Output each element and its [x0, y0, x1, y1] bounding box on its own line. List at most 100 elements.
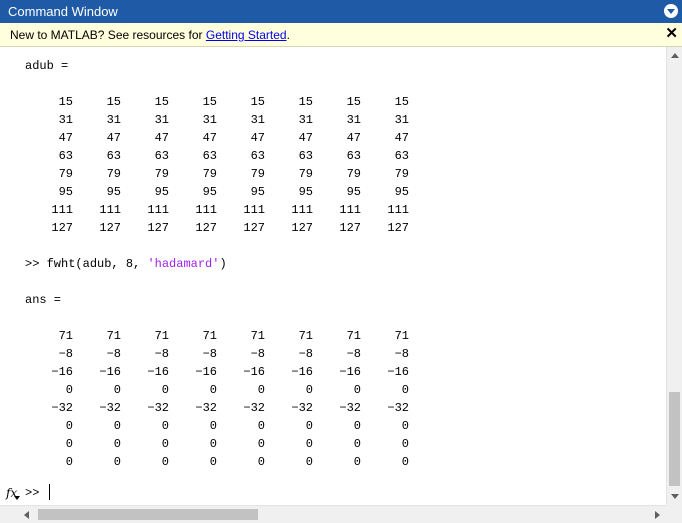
matrix-cell: −32	[99, 401, 121, 415]
matrix-cell: 0	[305, 419, 313, 433]
matrix-cell: 0	[161, 455, 169, 469]
getting-started-link[interactable]: Getting Started	[206, 28, 287, 42]
matrix-cell: 63	[154, 149, 169, 163]
matrix-cell: −16	[387, 365, 409, 379]
matrix-cell: 31	[202, 113, 217, 127]
matrix-cell: −32	[195, 401, 217, 415]
matrix-row: 111 111 111 111 111 111 111 111	[25, 201, 409, 219]
matrix-cell: 79	[394, 167, 409, 181]
matrix-cell: −32	[51, 401, 73, 415]
matrix-cell: 127	[99, 221, 121, 235]
scroll-left-arrow-icon[interactable]	[24, 511, 29, 519]
scroll-right-arrow-icon[interactable]	[655, 511, 660, 519]
command-output-area[interactable]: adub = 15 15 15 15 15 15 15 15 31 31 31 31 31 31 31 31 4…	[0, 47, 666, 505]
matrix-cell: 0	[161, 383, 169, 397]
matrix-cell: 0	[113, 437, 121, 451]
matrix-cell: 95	[298, 185, 313, 199]
matrix-cell: 0	[353, 455, 361, 469]
matrix-cell: 0	[401, 455, 409, 469]
matrix-cell: −16	[99, 365, 121, 379]
matrix-cell: −8	[298, 347, 313, 361]
matrix-cell: 0	[257, 419, 265, 433]
matrix-cell: 63	[58, 149, 73, 163]
horizontal-scrollbar[interactable]	[0, 505, 666, 523]
matrix-cell: 0	[209, 437, 217, 451]
matrix-cell: −16	[195, 365, 217, 379]
matrix-cell: 15	[250, 95, 265, 109]
matrix-cell: 111	[99, 203, 121, 217]
ans-header: ans =	[25, 293, 62, 307]
matrix-cell: −8	[154, 347, 169, 361]
matrix-row: 0 0 0 0 0 0 0 0	[25, 381, 409, 399]
matrix-cell: 0	[113, 383, 121, 397]
command-window-titlebar: Command Window	[0, 0, 682, 23]
matrix-cell: 63	[394, 149, 409, 163]
matrix-cell: −16	[291, 365, 313, 379]
matrix-cell: 0	[353, 419, 361, 433]
matrix-cell: 31	[250, 113, 265, 127]
window-title: Command Window	[8, 4, 118, 19]
matrix-cell: 63	[298, 149, 313, 163]
matrix-cell: 0	[65, 383, 73, 397]
matrix-row: 95 95 95 95 95 95 95 95	[25, 183, 409, 201]
fx-dropdown-caret-icon[interactable]	[14, 496, 20, 500]
matrix-row: 0 0 0 0 0 0 0 0	[25, 453, 409, 471]
command-close-paren: )	[219, 257, 227, 271]
matrix-cell: 111	[195, 203, 217, 217]
close-notice-icon[interactable]: ✕	[665, 26, 678, 42]
matrix-cell: 79	[346, 167, 361, 181]
matrix-cell: 0	[401, 419, 409, 433]
matrix-cell: 15	[346, 95, 361, 109]
command-input-row[interactable]: fx >>	[0, 483, 666, 503]
matrix-cell: 95	[154, 185, 169, 199]
notice-message: New to MATLAB? See resources for Getting…	[10, 28, 290, 42]
matrix-cell: 95	[346, 185, 361, 199]
matrix-cell: 0	[305, 383, 313, 397]
matrix-cell: 0	[353, 437, 361, 451]
horizontal-scroll-thumb[interactable]	[38, 509, 258, 520]
matrix-row: −8 −8 −8 −8 −8 −8 −8 −8	[25, 345, 409, 363]
window-menu-chevron-down-icon[interactable]	[664, 4, 678, 18]
matrix-cell: −16	[243, 365, 265, 379]
matrix-cell: 0	[65, 419, 73, 433]
matrix-cell: 31	[298, 113, 313, 127]
matrix-cell: 95	[58, 185, 73, 199]
text-cursor	[49, 484, 50, 500]
matrix-cell: 111	[147, 203, 169, 217]
adub-matrix: 15 15 15 15 15 15 15 15 31 31 31 31 31 31 31 31 47 47 47 47…	[25, 93, 409, 237]
command-line: >> fwht(adub, 8, 'hadamard')	[25, 255, 409, 273]
matrix-cell: 0	[353, 383, 361, 397]
matrix-cell: 0	[113, 455, 121, 469]
matrix-cell: 79	[202, 167, 217, 181]
matrix-cell: 63	[106, 149, 121, 163]
matrix-cell: 95	[250, 185, 265, 199]
matrix-cell: 79	[250, 167, 265, 181]
matrix-cell: 0	[161, 437, 169, 451]
matrix-cell: 15	[58, 95, 73, 109]
matrix-row: −16 −16 −16 −16 −16 −16 −16 −16	[25, 363, 409, 381]
matrix-cell: 0	[209, 419, 217, 433]
matrix-cell: 15	[154, 95, 169, 109]
command-code: fwht(adub, 8,	[46, 257, 148, 271]
matrix-cell: 47	[298, 131, 313, 145]
matrix-cell: −8	[346, 347, 361, 361]
matrix-cell: 111	[291, 203, 313, 217]
vertical-scrollbar[interactable]	[666, 47, 682, 505]
scroll-up-arrow-icon[interactable]	[671, 53, 679, 58]
matrix-cell: 79	[58, 167, 73, 181]
matrix-row: 31 31 31 31 31 31 31 31	[25, 111, 409, 129]
matrix-cell: 71	[58, 329, 73, 343]
matrix-cell: 15	[298, 95, 313, 109]
matrix-row: 79 79 79 79 79 79 79 79	[25, 165, 409, 183]
matrix-row: 63 63 63 63 63 63 63 63	[25, 147, 409, 165]
matrix-cell: −16	[339, 365, 361, 379]
matrix-cell: 71	[298, 329, 313, 343]
matrix-cell: 71	[154, 329, 169, 343]
scroll-down-arrow-icon[interactable]	[671, 494, 679, 499]
command-prompt: >>	[25, 257, 47, 271]
matrix-cell: 47	[154, 131, 169, 145]
command-string-arg: 'hadamard'	[147, 257, 220, 271]
matrix-cell: 111	[243, 203, 265, 217]
matrix-cell: 0	[161, 419, 169, 433]
vertical-scroll-thumb[interactable]	[669, 392, 680, 486]
